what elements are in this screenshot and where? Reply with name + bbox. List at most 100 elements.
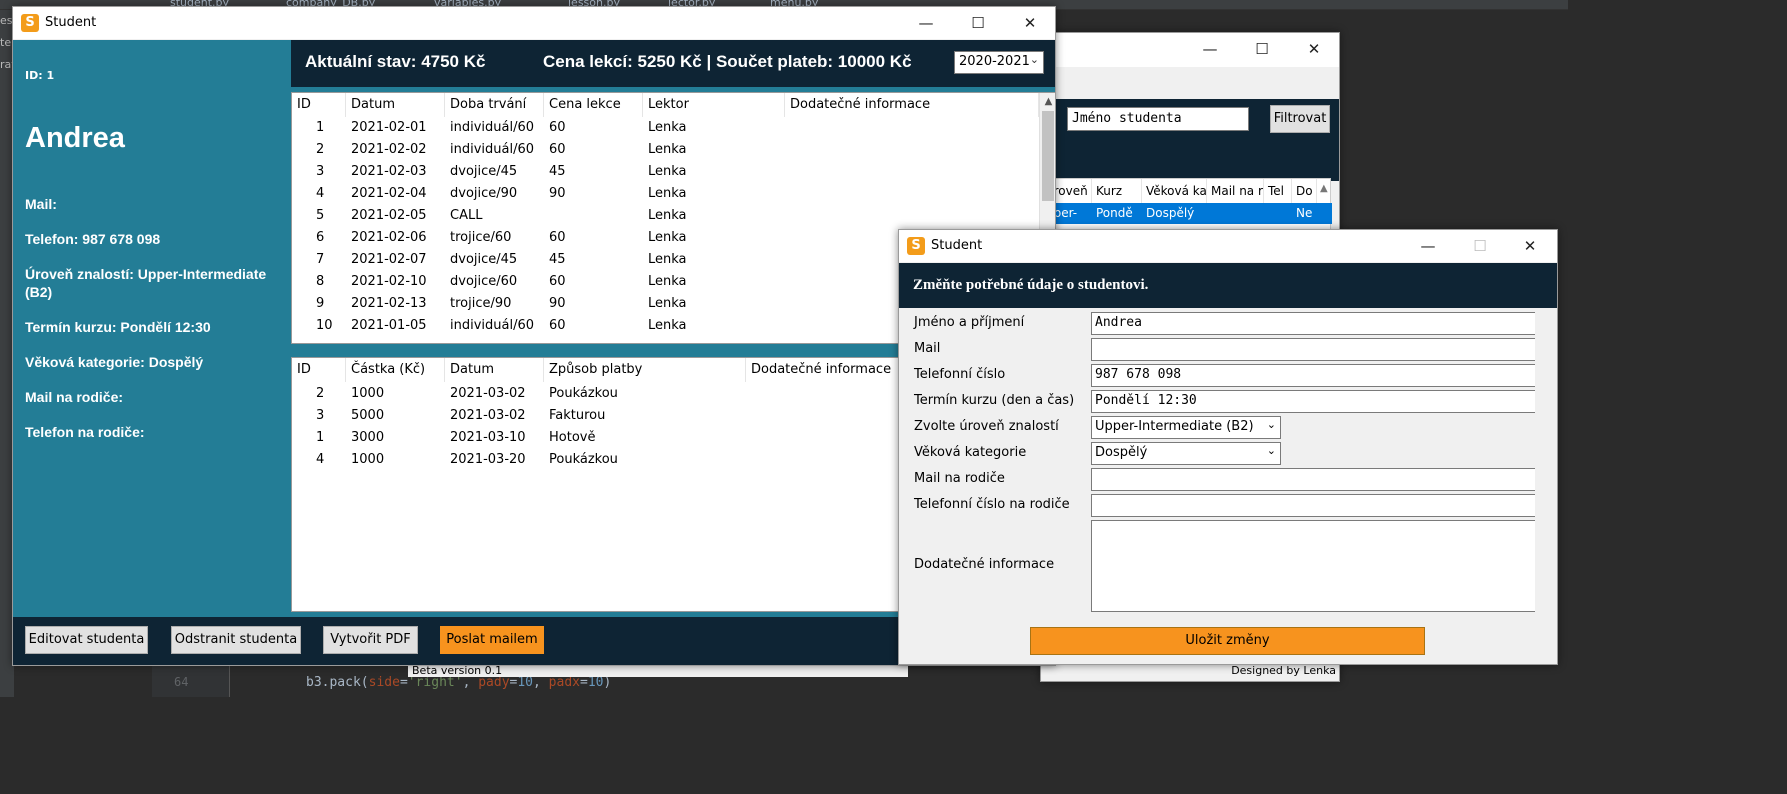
table-cell: Lenka	[648, 186, 687, 201]
mail-field[interactable]	[1091, 338, 1535, 361]
table-cell: 3	[316, 164, 325, 179]
table-cell: 7	[316, 252, 325, 267]
scroll-up-icon[interactable]: ▲	[1040, 93, 1055, 110]
edit-student-button[interactable]: Editovat studenta	[25, 626, 148, 654]
window-title: Student	[45, 15, 97, 30]
table-cell	[751, 427, 901, 449]
edit-dialog-titlebar[interactable]: S Student — ☐ ✕	[899, 230, 1557, 262]
column-header[interactable]: Datum	[346, 93, 445, 117]
column-header[interactable]: ID	[292, 93, 346, 117]
table-cell: 60	[549, 274, 566, 289]
table-cell: Poukázkou	[549, 452, 618, 467]
parent-mail-field[interactable]	[1091, 468, 1535, 491]
info-textarea[interactable]	[1091, 520, 1535, 612]
scroll-thumb[interactable]	[1042, 111, 1054, 201]
dialog-heading: Změňte potřebné údaje o studentovi.	[899, 263, 1557, 308]
filter-button[interactable]: Filtrovat	[1270, 105, 1330, 133]
mail-label: Mail	[914, 341, 941, 356]
column-header[interactable]: Kurz	[1092, 179, 1142, 203]
minimize-icon[interactable]: —	[903, 7, 949, 39]
age-value: Dospělý	[1095, 445, 1148, 460]
table-row[interactable]: 1 2021-02-01 individuál/60 60 Lenka	[292, 117, 1037, 139]
student-search-input[interactable]: Jméno studenta	[1067, 107, 1249, 131]
parent-phone-label: Telefonní číslo na rodiče	[914, 497, 1070, 512]
close-icon[interactable]: ✕	[1007, 7, 1053, 39]
table-row-selected[interactable]: pper- Pondě Dospělý Ne	[1042, 203, 1332, 224]
table-cell: Pondě	[1096, 206, 1133, 220]
table-row[interactable]: 4 2021-02-04 dvojice/90 90 Lenka	[292, 183, 1037, 205]
ide-code-line[interactable]: b3.pack(side='right', pady=10, padx=10)	[306, 675, 611, 690]
column-header[interactable]: ID	[292, 358, 346, 382]
table-cell: dvojice/45	[450, 164, 518, 179]
table-cell: dvojice/90	[450, 186, 518, 201]
table-cell: 2021-02-10	[351, 274, 427, 289]
code-kw: side	[368, 675, 400, 690]
code-eq: =	[399, 675, 408, 690]
column-header[interactable]: Datum	[445, 358, 544, 382]
table-row[interactable]: 3 2021-02-03 dvojice/45 45 Lenka	[292, 161, 1037, 183]
table-cell: Lenka	[648, 120, 687, 135]
column-header[interactable]: Doba trvání	[445, 93, 544, 117]
table-cell: 4	[316, 452, 325, 467]
term-field[interactable]: Pondělí 12:30	[1091, 390, 1535, 413]
age-label: Věková kategorie	[914, 445, 1027, 460]
age-select[interactable]: Dospělý ⌄	[1091, 442, 1281, 465]
table-cell: 3	[316, 408, 325, 423]
filter-window-titlebar[interactable]: — ☐ ✕	[1041, 33, 1339, 67]
column-header[interactable]: Dodatečné informace	[746, 358, 906, 382]
code-fn: b3.pack(	[306, 675, 369, 690]
table-cell	[790, 161, 1035, 183]
table-cell: Lenka	[648, 318, 687, 333]
table-cell: 1	[316, 430, 325, 445]
close-icon[interactable]: ✕	[1291, 33, 1337, 65]
footer-bar: Beta version 0.1 Designed by Lenka	[408, 663, 1340, 681]
level-select[interactable]: Upper-Intermediate (B2) ⌄	[1091, 416, 1281, 439]
maximize-icon[interactable]: ☐	[955, 7, 1001, 39]
column-header[interactable]: Tel	[1264, 179, 1292, 203]
minimize-icon[interactable]: —	[1187, 33, 1233, 65]
table-cell: dvojice/60	[450, 274, 518, 289]
name-field[interactable]: Andrea	[1091, 312, 1535, 335]
send-mail-button[interactable]: Poslat mailem	[440, 626, 544, 654]
minimize-icon[interactable]: —	[1405, 230, 1451, 262]
column-header[interactable]: Dodatečné informace	[785, 93, 1039, 117]
table-cell: 60	[549, 120, 566, 135]
table-cell: 8	[316, 274, 325, 289]
table-cell: 3000	[351, 430, 385, 445]
code-kw: padx	[548, 675, 580, 690]
column-header[interactable]: Cena lekce	[544, 93, 643, 117]
term-label: Termín kurzu (den a čas)	[914, 393, 1075, 408]
table-row[interactable]: 5 2021-02-05 CALL Lenka	[292, 205, 1037, 227]
year-value: 2020-2021	[959, 54, 1030, 69]
table-cell	[790, 183, 1035, 205]
create-pdf-button[interactable]: Vytvořit PDF	[323, 626, 418, 654]
delete-student-button[interactable]: Odstranit studenta	[171, 626, 301, 654]
table-cell: 60	[549, 142, 566, 157]
table-cell: 2021-02-13	[351, 296, 427, 311]
code-end: )	[603, 675, 612, 690]
phone-field[interactable]: 987 678 098	[1091, 364, 1535, 387]
maximize-icon[interactable]: ☐	[1239, 33, 1285, 65]
window-title: Student	[931, 238, 983, 253]
phone-label: Telefonní číslo	[914, 367, 1006, 382]
column-header[interactable]: Způsob platby	[544, 358, 746, 382]
column-header[interactable]: Věková ka	[1142, 179, 1207, 203]
mail-info: Mail:	[25, 196, 57, 212]
table-cell: Ne	[1296, 206, 1313, 220]
parent-phone-field[interactable]	[1091, 494, 1535, 517]
student-window-titlebar[interactable]: S Student — ☐ ✕	[13, 7, 1055, 39]
year-select[interactable]: 2020-2021 ⌄	[954, 51, 1044, 74]
info-label: Dodatečné informace	[914, 557, 1055, 572]
table-cell: 60	[549, 230, 566, 245]
save-changes-button[interactable]: Uložit změny	[1030, 627, 1425, 655]
column-header[interactable]: Lektor	[643, 93, 785, 117]
column-header[interactable]: Mail na r	[1207, 179, 1264, 203]
close-icon[interactable]: ✕	[1507, 230, 1553, 262]
column-header[interactable]: Do	[1292, 179, 1317, 203]
column-header[interactable]: Částka (Kč)	[346, 358, 445, 382]
line-number: 64	[174, 675, 189, 689]
scroll-up-icon[interactable]: ▲	[1320, 183, 1328, 194]
table-cell: 1	[316, 120, 325, 135]
table-row[interactable]: 2 2021-02-02 individuál/60 60 Lenka	[292, 139, 1037, 161]
code-num: 10	[517, 675, 534, 690]
